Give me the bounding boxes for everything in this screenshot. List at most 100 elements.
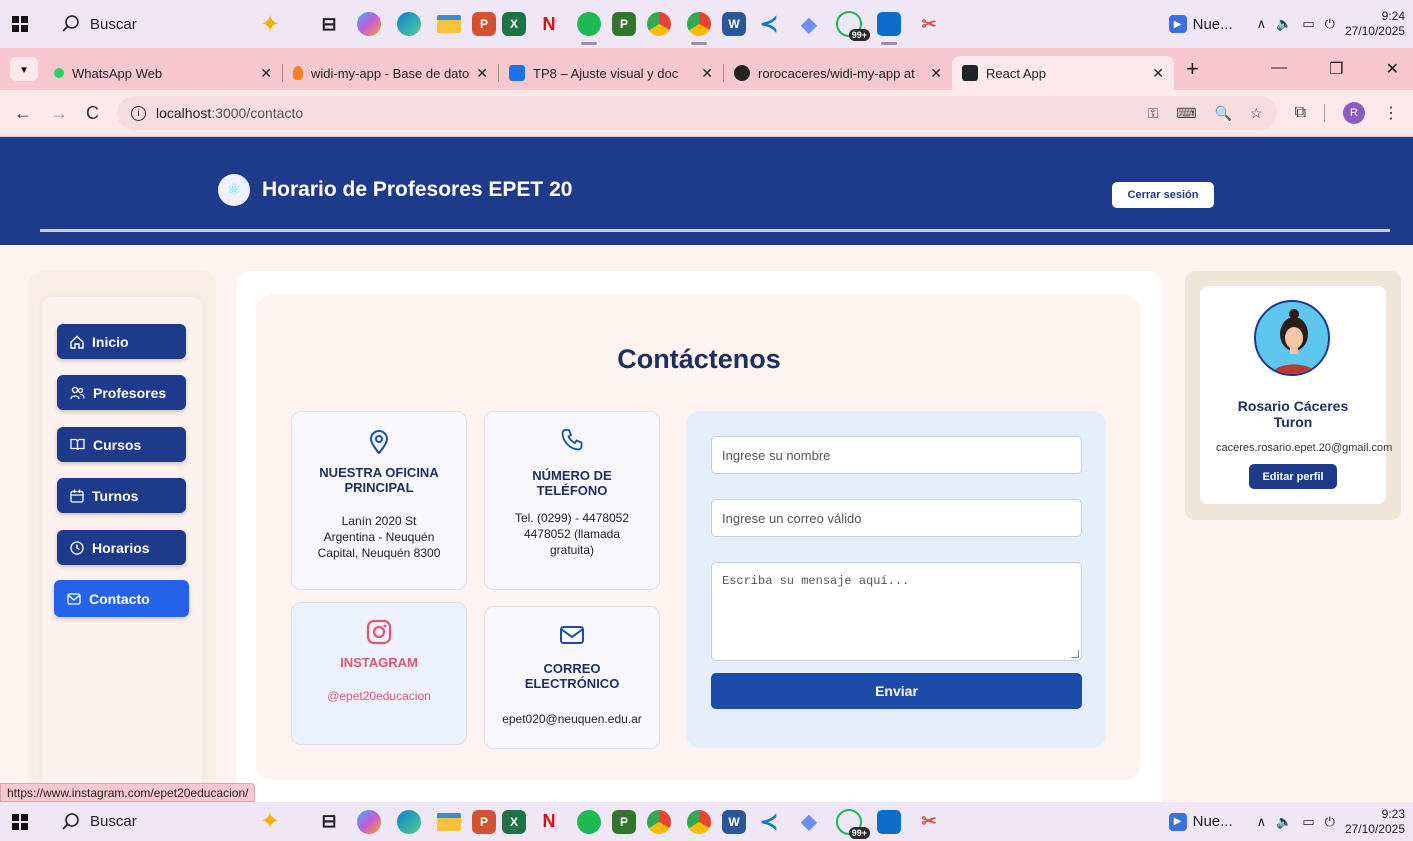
sidebar-item-contacto[interactable]: Contacto [54, 580, 189, 617]
taskbar-search[interactable]: Buscar [40, 812, 240, 831]
translate-icon[interactable]: ⌨ [1176, 105, 1196, 122]
notification-icon[interactable]: ⏻ [1325, 814, 1335, 830]
close-tab-icon[interactable]: ✕ [930, 65, 942, 82]
powerpoint-icon[interactable]: P [472, 809, 496, 834]
sidebar-item-cursos[interactable]: Cursos [57, 427, 186, 462]
word-icon[interactable]: W [722, 809, 746, 834]
whatsapp-icon[interactable]: 99+ [832, 805, 870, 839]
sidebar-item-inicio[interactable]: Inicio [57, 324, 186, 359]
email-heading: CORREO ELECTRÓNICO [524, 661, 620, 691]
volume-icon[interactable]: 🔈 [1276, 16, 1292, 32]
back-arrow-icon[interactable]: ← [14, 103, 32, 124]
profile-avatar-icon[interactable]: R [1343, 102, 1365, 124]
vscode-icon[interactable]: ≺ [752, 805, 786, 839]
file-explorer-icon[interactable] [432, 7, 466, 41]
address-bar-row: ← → C i localhost:3000/contacto ⚿ ⌨ 🔍 ☆ … [0, 90, 1413, 137]
tab-actions-button[interactable]: ▾ [10, 57, 38, 81]
close-window-icon[interactable]: ✕ [1386, 59, 1399, 79]
tab-tp8[interactable]: TP8 – Ajuste visual y doc ✕ [499, 56, 723, 90]
reload-icon[interactable]: C [86, 103, 99, 124]
chrome-icon[interactable] [642, 7, 676, 41]
sidebar-item-profesores[interactable]: Profesores [57, 375, 186, 410]
close-tab-icon[interactable]: ✕ [1152, 65, 1164, 82]
spotify-icon[interactable] [572, 805, 606, 839]
volume-icon[interactable]: 🔈 [1276, 814, 1292, 830]
excel-icon[interactable]: X [502, 809, 526, 834]
extensions-icon[interactable]: ⧉ [1295, 104, 1306, 122]
new-tab-button[interactable]: + [1186, 56, 1199, 82]
email-input[interactable]: Ingrese un correo válido [711, 499, 1082, 537]
notification-icon[interactable]: ⏻ [1325, 16, 1335, 32]
chevron-up-icon[interactable]: ∧ [1257, 814, 1267, 830]
snipping-icon[interactable]: ✂ [912, 805, 946, 839]
file-explorer-icon[interactable] [432, 805, 466, 839]
instagram-card[interactable]: INSTAGRAM @epet20educacion [291, 602, 467, 745]
gemini-icon[interactable]: ◆ [792, 7, 826, 41]
logout-button[interactable]: Cerrar sesión [1112, 182, 1214, 208]
powerpoint-icon[interactable]: P [472, 12, 496, 36]
taskbar-clock[interactable]: 9:23 27/10/2025 [1345, 807, 1405, 837]
excel-icon[interactable]: X [502, 12, 526, 36]
project-icon[interactable]: P [612, 809, 636, 834]
copilot-sparkle-icon[interactable]: ✦ [240, 807, 300, 836]
sidebar-item-horarios[interactable]: Horarios [57, 530, 186, 565]
edit-profile-button[interactable]: Editar perfil [1249, 464, 1337, 489]
project-icon[interactable]: P [612, 12, 636, 36]
url-field[interactable]: i localhost:3000/contacto ⚿ ⌨ 🔍 ☆ [117, 96, 1277, 130]
copilot-icon[interactable] [352, 7, 386, 41]
battery-icon[interactable]: ▭ [1302, 16, 1314, 32]
chrome-profile-icon[interactable] [682, 805, 716, 839]
tab-react-app[interactable]: React App ✕ [952, 56, 1174, 90]
chevron-up-icon[interactable]: ∧ [1257, 16, 1267, 32]
netflix-icon[interactable]: N [532, 805, 566, 839]
gemini-icon[interactable]: ◆ [792, 805, 826, 839]
forward-arrow-icon[interactable]: → [50, 103, 68, 124]
chrome-icon[interactable] [642, 805, 676, 839]
profile-email-text: caceres.rosario.epet.20@gmail.com [1216, 442, 1393, 454]
windows-start-button[interactable] [0, 16, 40, 32]
site-info-icon[interactable]: i [131, 105, 146, 121]
teamviewer-icon[interactable] [872, 7, 906, 45]
taskbar-search[interactable]: Buscar [40, 15, 240, 33]
close-tab-icon[interactable]: ✕ [476, 65, 488, 82]
teamviewer-icon[interactable] [872, 805, 906, 839]
close-tab-icon[interactable]: ✕ [701, 65, 713, 82]
edge-icon[interactable] [392, 805, 426, 839]
edge-icon[interactable] [392, 7, 426, 41]
netflix-icon[interactable]: N [532, 7, 566, 41]
snipping-icon[interactable]: ✂ [912, 7, 946, 41]
chrome-profile-icon[interactable] [682, 7, 716, 45]
tab-firebase[interactable]: widi-my-app - Base de datos ✕ [283, 56, 498, 90]
whatsapp-icon[interactable]: 99+ [832, 7, 870, 41]
taskbar-media-item[interactable]: ▶ Nue... [1168, 15, 1233, 33]
message-textarea[interactable]: Escriba su mensaje aquí... [711, 562, 1082, 661]
menu-kebab-icon[interactable]: ⋮ [1383, 103, 1399, 123]
close-tab-icon[interactable]: ✕ [260, 65, 272, 82]
battery-icon[interactable]: ▭ [1302, 814, 1314, 830]
password-key-icon[interactable]: ⚿ [1148, 105, 1159, 122]
location-pin-icon [292, 430, 466, 454]
zoom-icon[interactable]: 🔍 [1215, 105, 1232, 122]
task-view-icon[interactable]: ⊟ [312, 7, 346, 41]
task-view-icon[interactable]: ⊟ [312, 805, 346, 839]
send-button[interactable]: Enviar [711, 673, 1082, 709]
restore-icon[interactable]: ❐ [1329, 59, 1343, 79]
bookmark-star-icon[interactable]: ☆ [1250, 105, 1263, 122]
taskbar-media-item[interactable]: ▶ Nue... [1168, 812, 1233, 831]
copilot-sparkle-icon[interactable]: ✦ [240, 10, 300, 39]
name-input[interactable]: Ingrese su nombre [711, 436, 1082, 474]
spotify-icon[interactable] [572, 7, 606, 45]
vscode-icon[interactable]: ≺ [752, 7, 786, 41]
minimize-icon[interactable]: — [1271, 59, 1287, 79]
resize-handle-icon[interactable] [1071, 650, 1079, 658]
windows-start-button[interactable] [0, 813, 40, 830]
copilot-icon[interactable] [352, 805, 386, 839]
tab-whatsapp[interactable]: WhatsApp Web ✕ [44, 56, 282, 90]
users-icon [70, 386, 85, 399]
tab-github[interactable]: rorocaceres/widi-my-app at ✕ [724, 56, 952, 90]
sidebar-item-turnos[interactable]: Turnos [57, 478, 186, 513]
instagram-link[interactable]: @epet20educacion [292, 688, 466, 704]
word-icon[interactable]: W [722, 12, 746, 36]
taskbar-clock[interactable]: 9:24 27/10/2025 [1345, 9, 1405, 39]
profile-name: Rosario Cáceres Turon [1200, 398, 1386, 430]
